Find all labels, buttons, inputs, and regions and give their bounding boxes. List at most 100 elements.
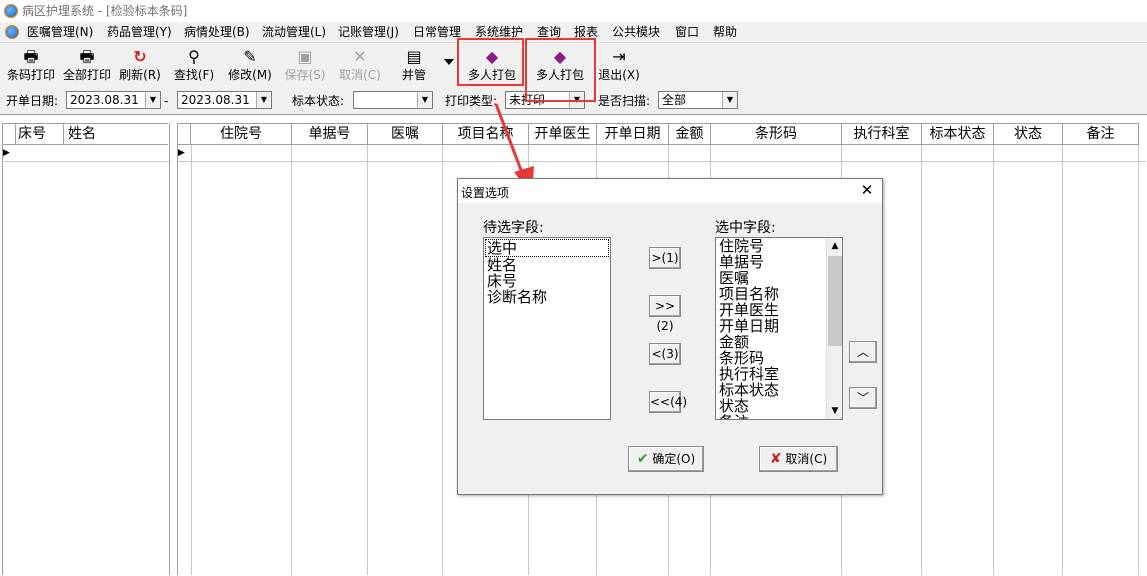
list-item[interactable]: 标本状态 <box>716 382 826 398</box>
list-item[interactable]: 床号 <box>484 273 610 289</box>
exit-button[interactable]: ⇥ 退出(X) <box>596 47 642 85</box>
column-header-name[interactable]: 姓名 <box>64 123 168 145</box>
selected-fields-list[interactable]: 住院号单据号医嘱项目名称开单医生开单日期金额条形码执行科室标本状态状态备注 ▲ … <box>715 237 843 420</box>
date-from-picker[interactable]: 2023.08.31 ▼ <box>66 91 161 109</box>
save-button[interactable]: ▣ 保存(S) <box>281 47 329 85</box>
status-label: 标本状态: <box>292 94 345 108</box>
menu-app-icon[interactable] <box>5 25 19 39</box>
list-item[interactable]: 金额 <box>716 334 826 350</box>
list-item[interactable]: 执行科室 <box>716 366 826 382</box>
column-header-specimen-status[interactable]: 标本状态 <box>922 123 994 145</box>
list-item[interactable]: 状态 <box>716 398 826 414</box>
column-header-bed[interactable]: 床号 <box>16 123 64 145</box>
column-header-amount[interactable]: 金额 <box>669 123 711 145</box>
menu-drugs[interactable]: 药品管理(Y) <box>107 24 172 40</box>
available-fields-list[interactable]: 选中 姓名 床号 诊断名称 <box>483 237 611 420</box>
date-to-picker[interactable]: 2023.08.31 ▼ <box>177 91 272 109</box>
merge-tube-button[interactable]: ▤ 并管 <box>396 47 432 85</box>
selected-fields-label: 选中字段: <box>715 220 776 236</box>
dropdown-arrow-icon[interactable]: ▼ <box>256 92 271 108</box>
dialog-close-icon[interactable]: ✕ <box>858 181 876 199</box>
close-icon: ✕ <box>353 47 367 66</box>
move-down-button[interactable]: ﹀ <box>849 387 877 409</box>
remove-all-fields-button[interactable]: <<(4) <box>649 391 687 413</box>
window-title: 病区护理系统 - [检验标本条码] <box>22 4 188 18</box>
print-all-button[interactable]: 🖶 全部打印 <box>60 47 114 85</box>
available-fields-label: 待选字段: <box>483 220 544 236</box>
column-divider <box>191 145 192 575</box>
patient-grid[interactable]: 床号 姓名 ▶ <box>2 123 170 575</box>
merge-tube-icon: ▤ <box>406 47 422 66</box>
find-button[interactable]: ⚲ 查找(F) <box>170 47 218 85</box>
list-item[interactable]: 住院号 <box>716 238 826 254</box>
edit-document-icon: ✎ <box>243 47 257 66</box>
scrollbar-thumb[interactable] <box>828 256 842 346</box>
list-item[interactable]: 备注 <box>716 414 826 419</box>
caret-down-icon: ﹀ <box>856 391 869 405</box>
scrollbar[interactable]: ▲ ▼ <box>826 238 842 419</box>
scroll-up-icon[interactable]: ▲ <box>827 238 842 254</box>
menu-orders[interactable]: 医嘱管理(N) <box>27 24 93 40</box>
column-header-bill-no[interactable]: 单据号 <box>292 123 368 145</box>
dialog-title-bar: 设置选项 ✕ <box>458 179 882 203</box>
date-label: 开单日期: <box>6 94 59 108</box>
status-select[interactable]: ▼ <box>353 91 433 109</box>
column-divider <box>993 145 994 575</box>
dropdown-arrow-icon[interactable]: ▼ <box>145 92 160 108</box>
menu-help[interactable]: 帮助 <box>713 24 737 40</box>
column-header-bill-date[interactable]: 开单日期 <box>597 123 669 145</box>
dialog-title: 设置选项 <box>461 186 510 200</box>
column-header-status[interactable]: 状态 <box>994 123 1063 145</box>
menu-accounting[interactable]: 记账管理(J) <box>338 24 399 40</box>
exit-door-icon: ⇥ <box>612 47 626 66</box>
highlight-box-multi-pack-2 <box>525 38 596 102</box>
list-item[interactable]: 条形码 <box>716 350 826 366</box>
list-item[interactable]: 项目名称 <box>716 286 826 302</box>
scanned-select[interactable]: 全部 ▼ <box>658 91 738 109</box>
list-item[interactable]: 诊断名称 <box>484 289 610 305</box>
move-up-button[interactable]: ︿ <box>849 341 877 363</box>
highlight-box-multi-pack-1 <box>457 38 524 86</box>
dropdown-arrow-icon[interactable]: ▼ <box>722 92 737 108</box>
settings-dialog: 设置选项 ✕ 待选字段: 选中 姓名 床号 诊断名称 >(1) >>(2) <(… <box>457 178 883 495</box>
list-item[interactable]: 单据号 <box>716 254 826 270</box>
list-item[interactable]: 姓名 <box>484 257 610 273</box>
column-header-remark[interactable]: 备注 <box>1063 123 1139 145</box>
refresh-button[interactable]: ↻ 刷新(R) <box>116 47 164 85</box>
row-indicator-header <box>178 123 191 145</box>
remove-field-button[interactable]: <(3) <box>649 343 681 365</box>
list-item[interactable]: 开单日期 <box>716 318 826 334</box>
ok-button[interactable]: ✔ 确定(O) <box>628 446 704 472</box>
current-row-icon: ▶ <box>178 145 191 162</box>
menu-flow[interactable]: 流动管理(L) <box>262 24 326 40</box>
column-header-barcode[interactable]: 条形码 <box>711 123 842 145</box>
refresh-icon: ↻ <box>133 47 147 66</box>
modify-button[interactable]: ✎ 修改(M) <box>226 47 274 85</box>
current-row-icon: ▶ <box>3 145 16 162</box>
column-header-inpatient-no[interactable]: 住院号 <box>191 123 292 145</box>
column-header-exec-dept[interactable]: 执行科室 <box>842 123 922 145</box>
add-field-button[interactable]: >(1) <box>649 247 681 269</box>
dropdown-arrow-icon[interactable]: ▼ <box>417 92 432 108</box>
column-divider <box>1062 145 1063 575</box>
list-item[interactable]: 医嘱 <box>716 270 826 286</box>
dialog-cancel-button[interactable]: ✘ 取消(C) <box>759 446 838 472</box>
list-item[interactable]: 开单医生 <box>716 302 826 318</box>
table-row[interactable] <box>16 145 169 162</box>
checkmark-icon: ✔ <box>636 451 649 467</box>
printer-icon: 🖶 <box>23 47 39 66</box>
menu-window[interactable]: 窗口 <box>675 24 699 40</box>
merge-dropdown-arrow-icon[interactable] <box>444 59 454 65</box>
column-header-order[interactable]: 医嘱 <box>368 123 443 145</box>
menu-daily[interactable]: 日常管理 <box>413 24 461 40</box>
cross-icon: ✘ <box>769 451 782 467</box>
menu-condition[interactable]: 病情处理(B) <box>184 24 250 40</box>
barcode-print-button[interactable]: 🖶 条码打印 <box>4 47 58 85</box>
add-all-fields-button[interactable]: >>(2) <box>649 295 681 333</box>
selected-fields-items: 住院号单据号医嘱项目名称开单医生开单日期金额条形码执行科室标本状态状态备注 <box>716 238 826 419</box>
scroll-down-icon[interactable]: ▼ <box>827 403 842 419</box>
menu-public[interactable]: 公共模块 <box>612 24 660 40</box>
cancel-button[interactable]: ✕ 取消(C) <box>336 47 384 85</box>
column-divider <box>921 145 922 575</box>
list-item[interactable]: 选中 <box>485 239 609 257</box>
